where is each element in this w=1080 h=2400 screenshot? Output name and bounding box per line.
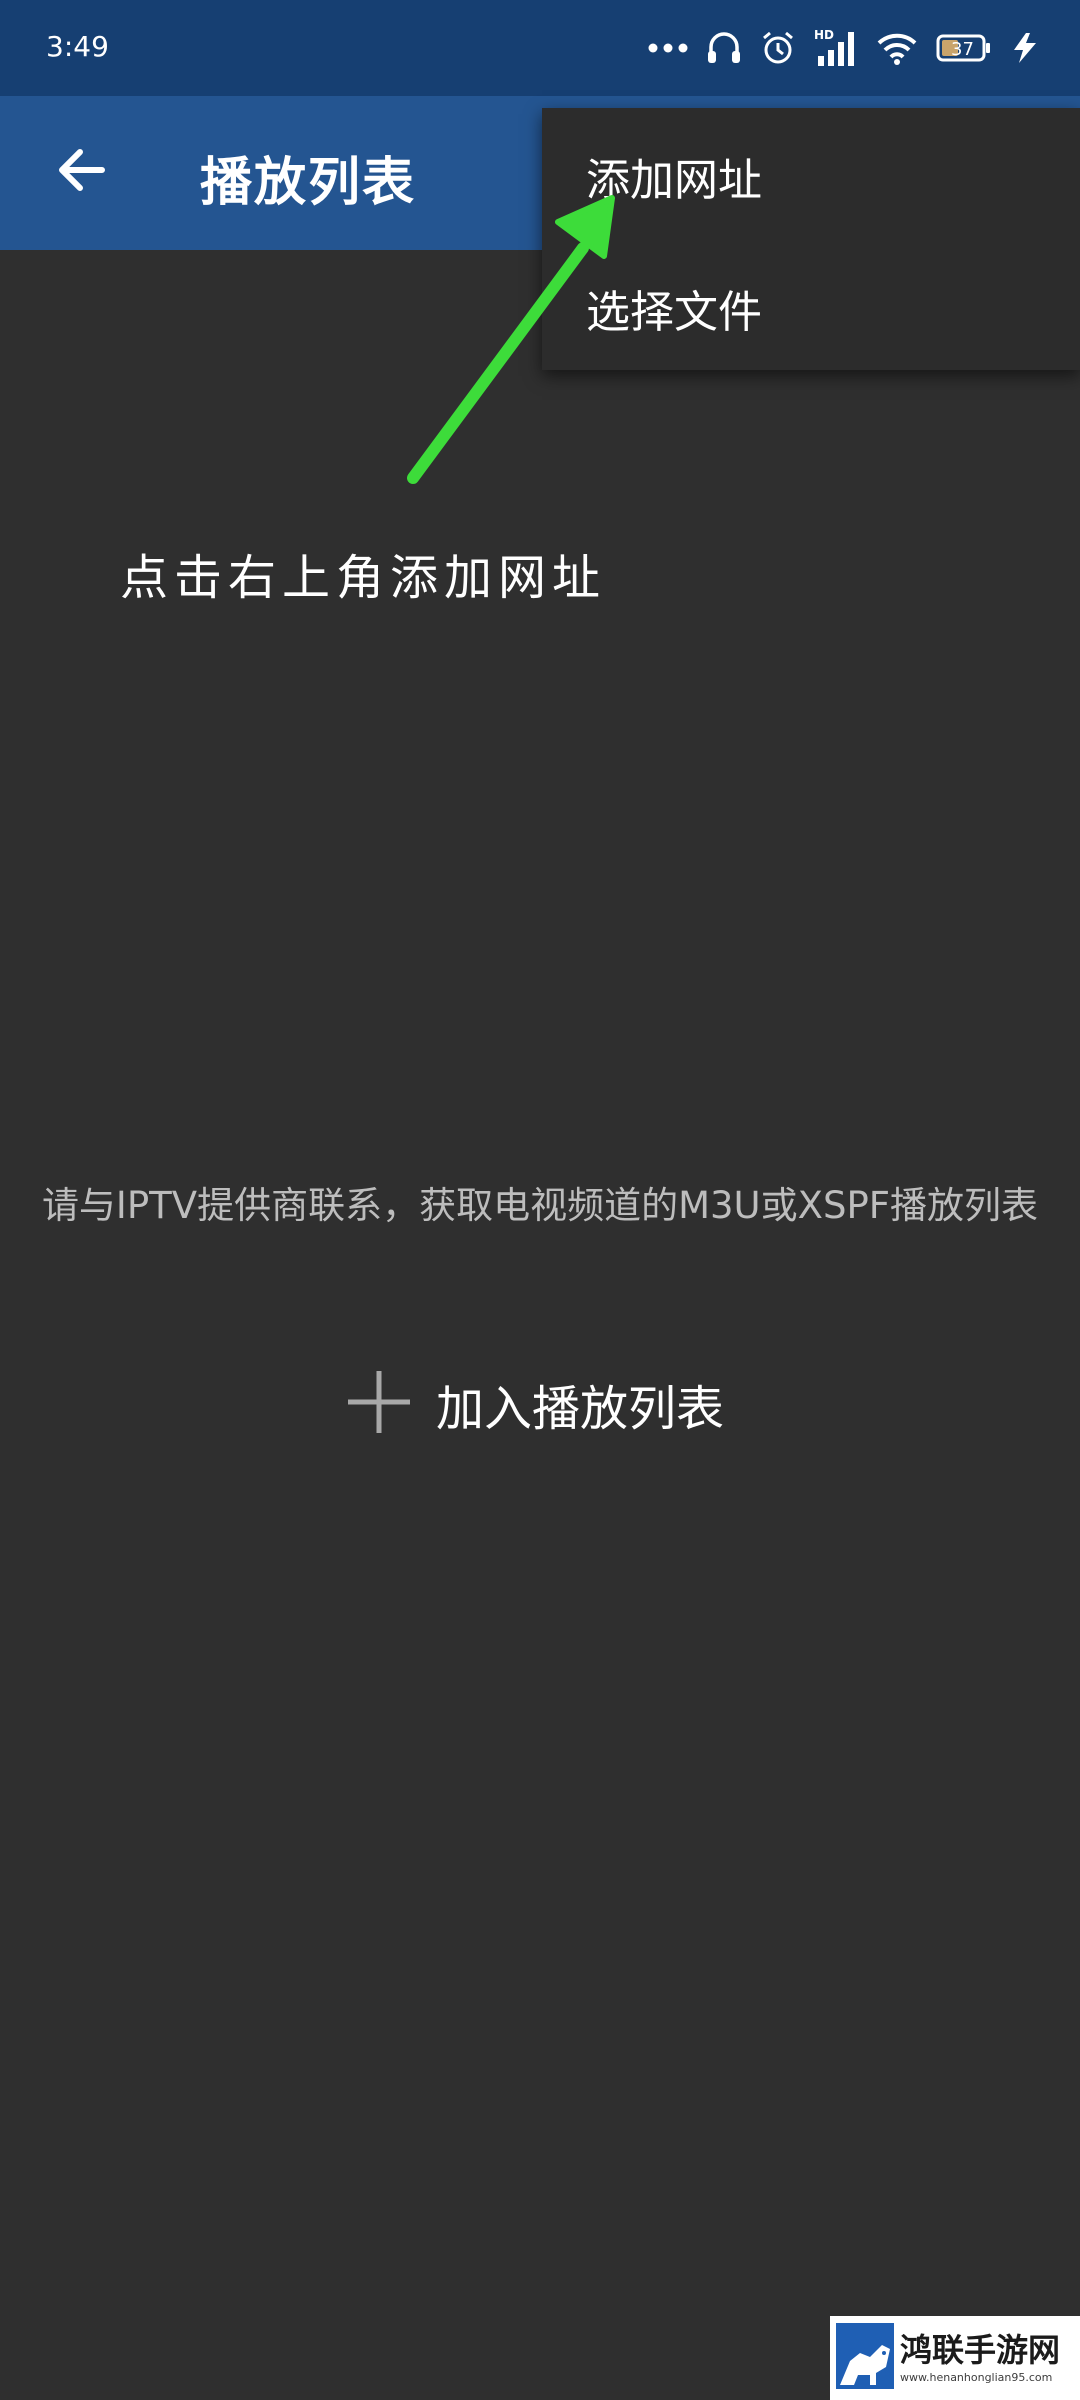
signal-icon: HD	[814, 28, 858, 68]
status-time: 3:49	[46, 30, 109, 63]
annotation-text: 点击右上角添加网址	[120, 550, 607, 606]
menu-item-add-url[interactable]: 添加网址	[586, 144, 762, 208]
add-playlist-button[interactable]: 加入播放列表	[346, 1364, 724, 1444]
headphones-icon	[706, 30, 742, 66]
empty-state-message: 请与IPTV提供商联系，获取电视频道的M3U或XSPF播放列表	[41, 1184, 1039, 1227]
page-title: 播放列表	[200, 153, 417, 213]
battery-icon: 37	[936, 33, 992, 63]
back-button[interactable]	[40, 132, 120, 212]
watermark: 鸿联手游网 www.henanhonglian95.com	[830, 2316, 1080, 2400]
add-playlist-label: 加入播放列表	[436, 1381, 725, 1437]
status-bar: 3:49 HD 37	[0, 0, 1080, 96]
alarm-icon	[760, 30, 796, 66]
overflow-menu: 添加网址 选择文件	[542, 108, 1080, 370]
arrow-left-icon	[54, 147, 106, 197]
charging-icon	[1010, 31, 1040, 65]
watermark-text: 鸿联手游网 www.henanhonglian95.com	[900, 2330, 1060, 2386]
more-dots-icon	[648, 42, 688, 54]
plus-icon	[346, 1369, 412, 1439]
status-icons: HD 37	[648, 26, 1040, 70]
wifi-icon	[876, 31, 918, 65]
battery-level: 37	[951, 39, 974, 60]
watermark-title: 鸿联手游网	[900, 2331, 1061, 2369]
menu-item-choose-file[interactable]: 选择文件	[586, 276, 762, 340]
watermark-url: www.henanhonglian95.com	[900, 2371, 1053, 2384]
watermark-logo-icon	[830, 2323, 894, 2393]
network-type-label: HD	[814, 28, 834, 42]
